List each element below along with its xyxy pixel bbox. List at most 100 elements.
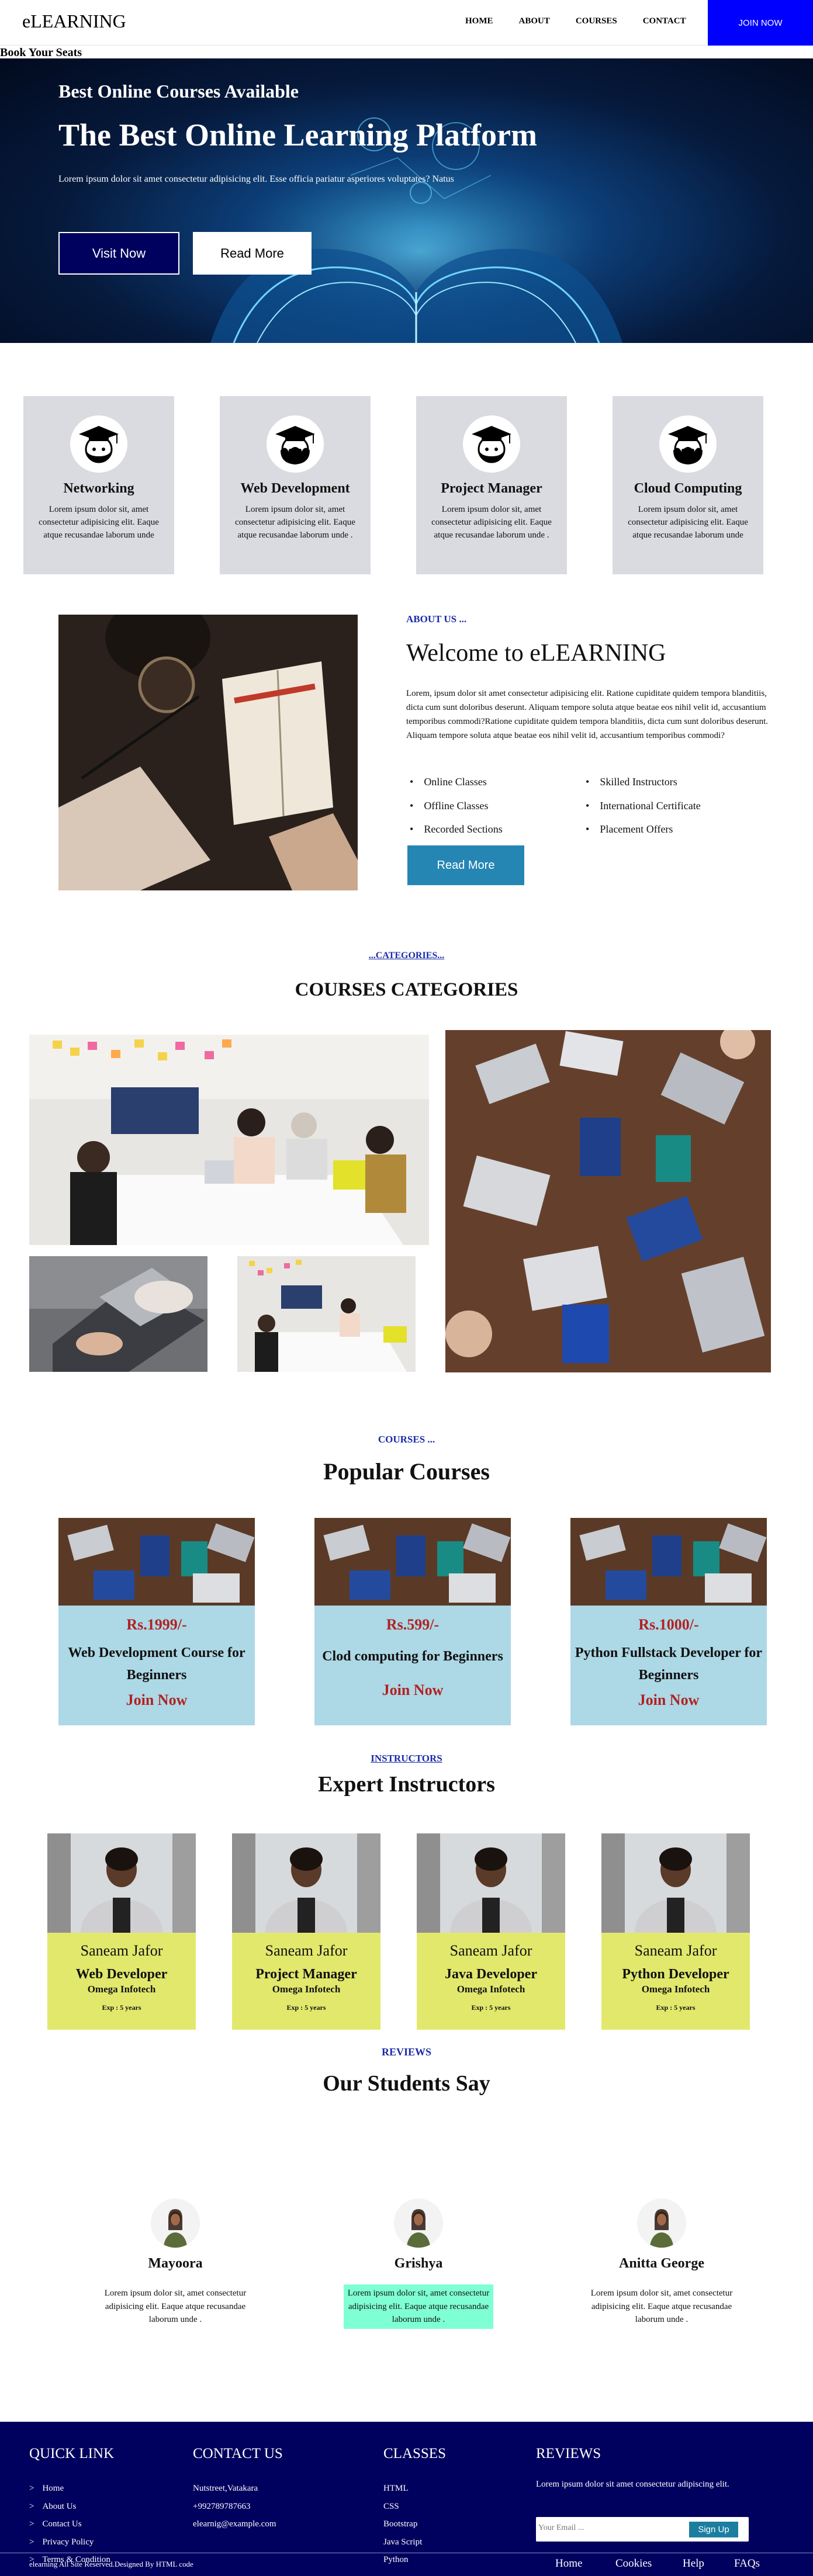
nav-link-about[interactable]: ABOUT <box>519 16 550 26</box>
instructor-photo <box>47 1833 196 1933</box>
instructor-card: Saneam Jafor Project Manager Omega Infot… <box>232 1833 380 2030</box>
course-price: Rs.1000/- <box>638 1616 699 1633</box>
graduate-avatar-icon <box>267 415 324 473</box>
nav-link-home[interactable]: HOME <box>465 16 493 26</box>
review-card: Anitta George Lorem ipsum dolor sit, ame… <box>587 2199 736 2329</box>
category-image-laptop-hands[interactable] <box>29 1256 207 1372</box>
instructor-card: Saneam Jafor Web Developer Omega Infotec… <box>47 1833 196 2030</box>
reviews-tag: REVIEWS <box>381 2046 432 2058</box>
footer-link-privacy[interactable]: Privacy Policy <box>29 2533 110 2551</box>
footer-bottom-cookies[interactable]: Cookies <box>615 2557 652 2570</box>
site-footer: QUICK LINK Home About Us Contact Us Priv… <box>0 2422 813 2576</box>
course-card[interactable]: Rs.1000/- Python Fullstack Developer for… <box>570 1518 767 1725</box>
hero-banner: Best Online Courses Available The Best O… <box>0 58 813 343</box>
course-card[interactable]: Rs.1999/- Web Development Course for Beg… <box>58 1518 255 1725</box>
student-avatar <box>637 2199 686 2248</box>
instructor-role: Web Developer <box>75 1967 168 1982</box>
review-card: Grishya Lorem ipsum dolor sit, amet cons… <box>344 2199 493 2329</box>
graduate-avatar-icon <box>463 415 520 473</box>
footer-link-home[interactable]: Home <box>29 2480 110 2498</box>
instructor-card: Saneam Jafor Java Developer Omega Infote… <box>417 1833 565 2030</box>
course-join-link[interactable]: Join Now <box>58 1691 255 1709</box>
instructor-photo <box>417 1833 565 1933</box>
student-name: Mayoora <box>148 2256 203 2271</box>
footer-classes-title: CLASSES <box>383 2446 446 2461</box>
instructor-name: Saneam Jafor <box>449 1942 532 1959</box>
category-image-laptops-table[interactable] <box>445 1030 771 1372</box>
review-card: Mayoora Lorem ipsum dolor sit, amet cons… <box>101 2199 250 2329</box>
course-name: Clod computing for Beginners <box>322 1649 503 1664</box>
instructor-role: Java Developer <box>445 1967 537 1982</box>
footer-class-css[interactable]: CSS <box>383 2498 422 2516</box>
instructor-photo <box>601 1833 750 1933</box>
footer-email[interactable]: elearnig@example.com <box>193 2515 276 2533</box>
category-image-office-team[interactable] <box>237 1256 416 1372</box>
about-feature-item: Offline Classes <box>410 794 503 818</box>
course-image <box>314 1518 511 1606</box>
about-feature-item: Online Classes <box>410 770 503 794</box>
about-text: Lorem, ipsum dolor sit amet consectetur … <box>406 689 769 740</box>
hero-read-more-button[interactable]: Read More <box>193 232 312 275</box>
course-card[interactable]: Rs.599/- Clod computing for Beginners Jo… <box>314 1518 511 1725</box>
footer-class-bootstrap[interactable]: Bootstrap <box>383 2515 422 2533</box>
hero-subtitle: Best Online Courses Available <box>58 81 299 102</box>
about-feature-item: Skilled Instructors <box>586 770 701 794</box>
course-image <box>58 1518 255 1606</box>
service-card-web-development: Web Development Lorem ipsum dolor sit, a… <box>220 396 371 574</box>
footer-class-javascript[interactable]: Java Script <box>383 2533 422 2551</box>
instructor-role: Project Manager <box>255 1967 357 1982</box>
footer-link-about[interactable]: About Us <box>29 2498 110 2516</box>
about-read-more-button[interactable]: Read More <box>407 845 524 885</box>
newsletter-form: Sign Up <box>536 2517 749 2542</box>
course-join-link[interactable]: Join Now <box>314 1681 511 1699</box>
course-join-link[interactable]: Join Now <box>570 1691 767 1709</box>
about-feature-item: Recorded Sections <box>410 817 502 841</box>
student-avatar <box>394 2199 443 2248</box>
newsletter-email-input[interactable] <box>538 2523 679 2533</box>
category-image-meeting[interactable] <box>29 1035 429 1245</box>
service-text: Lorem ipsum dolor sit, amet consectetur … <box>628 505 748 540</box>
footer-bottom-faqs[interactable]: FAQs <box>734 2557 760 2570</box>
service-text: Lorem ipsum dolor sit, amet consectetur … <box>39 505 159 540</box>
graduate-avatar-icon <box>659 415 717 473</box>
visit-now-button[interactable]: Visit Now <box>58 232 179 275</box>
instructor-name: Saneam Jafor <box>634 1942 717 1959</box>
footer-bottom-help[interactable]: Help <box>683 2557 704 2570</box>
instructors-tag[interactable]: INSTRUCTORS <box>0 1753 813 1764</box>
service-card-cloud-computing: Cloud Computing Lorem ipsum dolor sit, a… <box>613 396 763 574</box>
instructor-experience: Exp : 5 years <box>102 2003 141 2012</box>
categories-tag[interactable]: ...CATEGORIES... <box>0 951 813 961</box>
instructor-name: Saneam Jafor <box>80 1942 163 1959</box>
popular-courses-title: Popular Courses <box>323 1458 490 1485</box>
signup-button[interactable]: Sign Up <box>689 2522 738 2537</box>
service-title: Project Manager <box>441 481 542 496</box>
footer-phone: +992789787663 <box>193 2501 251 2511</box>
student-name: Grishya <box>394 2256 443 2271</box>
footer-link-contact[interactable]: Contact Us <box>29 2515 110 2533</box>
join-now-button[interactable]: JOIN NOW <box>708 0 813 46</box>
footer-reviews-text: Lorem ipsum dolor sit amet consectetur a… <box>536 2480 729 2489</box>
about-features-right: Skilled Instructors International Certif… <box>586 770 701 841</box>
about-photo-reading <box>58 615 358 890</box>
footer-bottom-home[interactable]: Home <box>555 2557 582 2570</box>
review-text: Lorem ipsum dolor sit, amet consectetur … <box>590 2289 733 2324</box>
course-price: Rs.599/- <box>386 1616 440 1633</box>
course-price: Rs.1999/- <box>126 1616 187 1633</box>
nav-link-courses[interactable]: COURSES <box>576 16 617 26</box>
course-image <box>570 1518 767 1606</box>
course-name: Python Fullstack Developer for Beginners <box>575 1645 763 1683</box>
brand-logo[interactable]: eLEARNING <box>22 11 126 32</box>
footer-contact-info: Nutstreet,Vatakara +992789787663 elearni… <box>193 2480 276 2533</box>
student-name: Anitta George <box>619 2256 704 2271</box>
about-title: Welcome to eLEARNING <box>406 640 666 667</box>
footer-class-html[interactable]: HTML <box>383 2480 422 2498</box>
footer-class-python[interactable]: Python <box>383 2551 422 2569</box>
nav-link-contact[interactable]: CONTACT <box>643 16 686 26</box>
instructor-experience: Exp : 5 years <box>471 2003 511 2012</box>
service-text: Lorem ipsum dolor sit, amet consectetur … <box>431 505 552 540</box>
review-text-highlighted: Lorem ipsum dolor sit, amet consectetur … <box>344 2284 493 2329</box>
service-text: Lorem ipsum dolor sit, amet consectetur … <box>235 505 355 540</box>
footer-quick-link-title: QUICK LINK <box>29 2446 115 2461</box>
instructor-experience: Exp : 5 years <box>656 2003 696 2012</box>
reviews-title: Our Students Say <box>323 2071 490 2096</box>
